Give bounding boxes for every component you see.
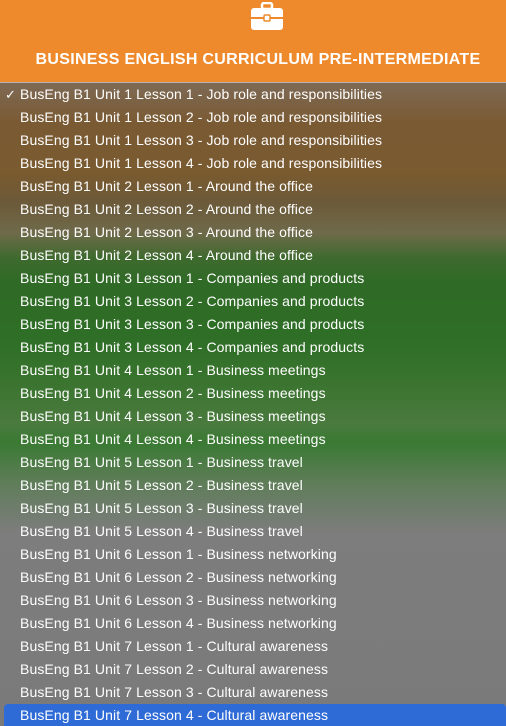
- menu-item[interactable]: ✓ BusEng B1 Unit 1 Lesson 1 - Job role an…: [0, 83, 506, 106]
- menu-item-label: BusEng B1 Unit 1 Lesson 2 - Job role and…: [20, 109, 383, 125]
- menu-item-label: BusEng B1 Unit 5 Lesson 3 - Business tra…: [20, 500, 303, 516]
- menu-item[interactable]: BusEng B1 Unit 6 Lesson 3 - Business net…: [0, 589, 506, 612]
- menu-item[interactable]: BusEng B1 Unit 5 Lesson 1 - Business tra…: [0, 451, 506, 474]
- menu-item[interactable]: BusEng B1 Unit 4 Lesson 1 - Business mee…: [0, 359, 506, 382]
- menu-item[interactable]: BusEng B1 Unit 7 Lesson 3 - Cultural awa…: [0, 681, 506, 704]
- menu-item-label: BusEng B1 Unit 6 Lesson 3 - Business net…: [20, 592, 337, 608]
- menu-item[interactable]: BusEng B1 Unit 6 Lesson 4 - Business net…: [0, 612, 506, 635]
- menu-item[interactable]: BusEng B1 Unit 7 Lesson 1 - Cultural awa…: [0, 635, 506, 658]
- menu-item-label: BusEng B1 Unit 3 Lesson 1 - Companies an…: [20, 270, 365, 286]
- menu-item[interactable]: BusEng B1 Unit 3 Lesson 2 - Companies an…: [0, 290, 506, 313]
- menu-item[interactable]: BusEng B1 Unit 4 Lesson 2 - Business mee…: [0, 382, 506, 405]
- menu-item[interactable]: BusEng B1 Unit 6 Lesson 1 - Business net…: [0, 543, 506, 566]
- menu-item-label: BusEng B1 Unit 5 Lesson 1 - Business tra…: [20, 454, 303, 470]
- menu-item-label: BusEng B1 Unit 1 Lesson 1 - Job role and…: [20, 86, 383, 102]
- menu-item[interactable]: BusEng B1 Unit 5 Lesson 3 - Business tra…: [0, 497, 506, 520]
- menu-item-label: BusEng B1 Unit 1 Lesson 4 - Job role and…: [20, 155, 383, 171]
- menu-item[interactable]: BusEng B1 Unit 6 Lesson 2 - Business net…: [0, 566, 506, 589]
- menu-item-label: BusEng B1 Unit 3 Lesson 4 - Companies an…: [20, 339, 365, 355]
- menu-item-label: BusEng B1 Unit 5 Lesson 2 - Business tra…: [20, 477, 303, 493]
- menu-item-label: BusEng B1 Unit 7 Lesson 1 - Cultural awa…: [20, 638, 329, 654]
- menu-item[interactable]: BusEng B1 Unit 4 Lesson 4 - Business mee…: [0, 428, 506, 451]
- menu-item-label: BusEng B1 Unit 1 Lesson 3 - Job role and…: [20, 132, 383, 148]
- menu-item-label: BusEng B1 Unit 2 Lesson 2 - Around the o…: [20, 201, 313, 217]
- page-title: BUSINESS ENGLISH CURRICULUM PRE-INTERMED…: [35, 51, 481, 68]
- menu-item-label: BusEng B1 Unit 2 Lesson 1 - Around the o…: [20, 178, 313, 194]
- menu-item-label: BusEng B1 Unit 2 Lesson 4 - Around the o…: [20, 247, 313, 263]
- menu-item[interactable]: BusEng B1 Unit 5 Lesson 4 - Business tra…: [0, 520, 506, 543]
- menu-item[interactable]: BusEng B1 Unit 3 Lesson 3 - Companies an…: [0, 313, 506, 336]
- menu-item[interactable]: BusEng B1 Unit 5 Lesson 2 - Business tra…: [0, 474, 506, 497]
- menu-item-label: BusEng B1 Unit 4 Lesson 1 - Business mee…: [20, 362, 326, 378]
- menu-item-label: BusEng B1 Unit 3 Lesson 3 - Companies an…: [20, 316, 365, 332]
- menu-item-label: BusEng B1 Unit 6 Lesson 2 - Business net…: [20, 569, 337, 585]
- menu-item[interactable]: BusEng B1 Unit 2 Lesson 2 - Around the o…: [0, 198, 506, 221]
- lesson-dropdown-menu[interactable]: ✓ BusEng B1 Unit 1 Lesson 1 - Job role an…: [0, 82, 506, 726]
- menu-item-label: BusEng B1 Unit 6 Lesson 4 - Business net…: [20, 615, 337, 631]
- header-bar: BUSINESS ENGLISH CURRICULUM PRE-INTERMED…: [0, 0, 506, 82]
- menu-item-label: BusEng B1 Unit 5 Lesson 4 - Business tra…: [20, 523, 303, 539]
- menu-item[interactable]: BusEng B1 Unit 1 Lesson 4 - Job role and…: [0, 152, 506, 175]
- menu-item[interactable]: BusEng B1 Unit 2 Lesson 3 - Around the o…: [0, 221, 506, 244]
- briefcase-icon: [251, 2, 283, 30]
- menu-item-label: BusEng B1 Unit 6 Lesson 1 - Business net…: [20, 546, 337, 562]
- menu-item-label: BusEng B1 Unit 7 Lesson 3 - Cultural awa…: [20, 684, 329, 700]
- menu-item[interactable]: BusEng B1 Unit 4 Lesson 3 - Business mee…: [0, 405, 506, 428]
- menu-item-label: BusEng B1 Unit 4 Lesson 4 - Business mee…: [20, 431, 326, 447]
- menu-item[interactable]: BusEng B1 Unit 2 Lesson 4 - Around the o…: [0, 244, 506, 267]
- app-frame: BUSINESS ENGLISH CURRICULUM PRE-INTERMED…: [0, 0, 506, 726]
- menu-item[interactable]: BusEng B1 Unit 1 Lesson 3 - Job role and…: [0, 129, 506, 152]
- menu-item-label: BusEng B1 Unit 2 Lesson 3 - Around the o…: [20, 224, 313, 240]
- menu-item[interactable]: BusEng B1 Unit 2 Lesson 1 - Around the o…: [0, 175, 506, 198]
- menu-item[interactable]: BusEng B1 Unit 1 Lesson 2 - Job role and…: [0, 106, 506, 129]
- menu-item[interactable]: BusEng B1 Unit 3 Lesson 4 - Companies an…: [0, 336, 506, 359]
- menu-item[interactable]: BusEng B1 Unit 7 Lesson 2 - Cultural awa…: [0, 658, 506, 681]
- checkmark-icon: ✓: [5, 87, 16, 102]
- menu-item-label: BusEng B1 Unit 4 Lesson 2 - Business mee…: [20, 385, 326, 401]
- menu-item[interactable]: BusEng B1 Unit 3 Lesson 1 - Companies an…: [0, 267, 506, 290]
- menu-item-label: BusEng B1 Unit 4 Lesson 3 - Business mee…: [20, 408, 326, 424]
- menu-item-label: BusEng B1 Unit 7 Lesson 4 - Cultural awa…: [20, 707, 329, 723]
- menu-item[interactable]: BusEng B1 Unit 7 Lesson 4 - Cultural awa…: [4, 704, 506, 726]
- menu-item-label: BusEng B1 Unit 3 Lesson 2 - Companies an…: [20, 293, 365, 309]
- menu-item-label: BusEng B1 Unit 7 Lesson 2 - Cultural awa…: [20, 661, 329, 677]
